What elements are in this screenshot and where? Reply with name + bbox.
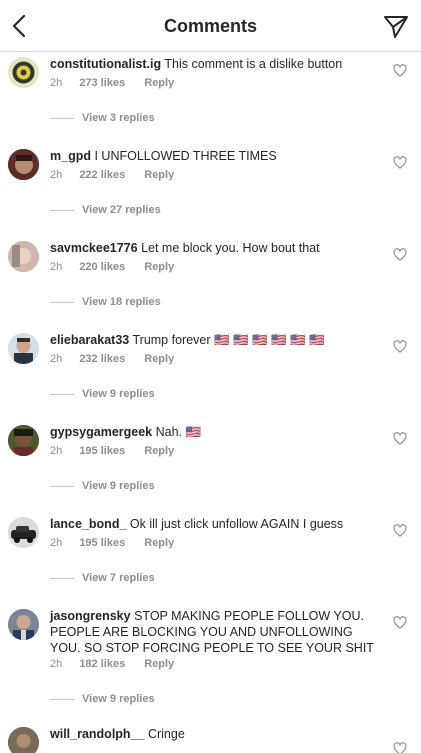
avatar[interactable]	[8, 333, 39, 364]
send-icon[interactable]	[383, 14, 409, 40]
comment-time: 2h	[50, 353, 63, 365]
comment-text: savmckee1776 Let me block you. How bout …	[50, 240, 380, 256]
heart-icon[interactable]	[393, 742, 407, 753]
view-replies-label: View 9 replies	[82, 480, 155, 492]
comment-meta: 2h 195 likes Reply	[50, 537, 174, 549]
avatar[interactable]	[8, 517, 39, 548]
comment-body: I UNFOLLOWED THREE TIMES	[94, 149, 277, 163]
divider-line	[50, 698, 74, 700]
divider-line	[50, 393, 74, 395]
comment-text: will_randolph__ Cringe	[50, 726, 380, 742]
heart-icon[interactable]	[393, 432, 407, 446]
view-replies-label: View 27 replies	[82, 204, 161, 216]
comment-time: 2h	[50, 537, 63, 549]
comment-meta: 2h 220 likes Reply	[50, 261, 174, 273]
comment-username[interactable]: lance_bond_	[50, 517, 126, 531]
view-replies-label: View 7 replies	[82, 572, 155, 584]
comment-username[interactable]: m_gpd	[50, 149, 91, 163]
heart-icon[interactable]	[393, 248, 407, 262]
comment-body: Nah. 🇺🇸	[155, 425, 202, 439]
divider-line	[50, 577, 74, 579]
comment-meta: 2h 182 likes Reply	[50, 658, 174, 670]
view-replies-button[interactable]: View 9 replies	[50, 693, 155, 705]
comment-username[interactable]: savmckee1776	[50, 241, 138, 255]
view-replies-button[interactable]: View 9 replies	[50, 388, 155, 400]
reply-button[interactable]: Reply	[144, 261, 174, 273]
likes-count[interactable]: 273 likes	[79, 77, 125, 89]
divider-line	[50, 117, 74, 119]
likes-count[interactable]: 220 likes	[79, 261, 125, 273]
view-replies-label: View 3 replies	[82, 112, 155, 124]
comment-time: 2h	[50, 169, 63, 181]
comment-body: Trump forever 🇺🇸 🇺🇸 🇺🇸 🇺🇸 🇺🇸 🇺🇸	[132, 333, 325, 347]
comment-username[interactable]: constitutionalist.ig	[50, 57, 161, 71]
view-replies-button[interactable]: View 9 replies	[50, 480, 155, 492]
view-replies-button[interactable]: View 27 replies	[50, 204, 161, 216]
likes-count[interactable]: 232 likes	[79, 353, 125, 365]
heart-icon[interactable]	[393, 156, 407, 170]
view-replies-label: View 9 replies	[82, 693, 155, 705]
comment-body: This comment is a dislike button	[164, 57, 343, 71]
comment-username[interactable]: jasongrensky	[50, 609, 131, 623]
heart-icon[interactable]	[393, 340, 407, 354]
comment-time: 2h	[50, 77, 63, 89]
comment-text: constitutionalist.ig This comment is a d…	[50, 56, 380, 72]
avatar[interactable]	[8, 241, 39, 272]
comment-time: 2h	[50, 658, 63, 670]
reply-button[interactable]: Reply	[144, 169, 174, 181]
reply-button[interactable]: Reply	[144, 353, 174, 365]
heart-icon[interactable]	[393, 64, 407, 78]
view-replies-button[interactable]: View 18 replies	[50, 296, 161, 308]
likes-count[interactable]: 195 likes	[79, 537, 125, 549]
avatar[interactable]	[8, 57, 39, 88]
comment-meta: 2h 273 likes Reply	[50, 77, 174, 89]
comment-text: m_gpd I UNFOLLOWED THREE TIMES	[50, 148, 380, 164]
comment-text: lance_bond_ Ok ill just click unfollow A…	[50, 516, 380, 532]
comment-time: 2h	[50, 261, 63, 273]
view-replies-button[interactable]: View 7 replies	[50, 572, 155, 584]
view-replies-label: View 9 replies	[82, 388, 155, 400]
comment-username[interactable]: eliebarakat33	[50, 333, 129, 347]
view-replies-button[interactable]: View 3 replies	[50, 112, 155, 124]
comment-meta: 2h 232 likes Reply	[50, 353, 174, 365]
likes-count[interactable]: 195 likes	[79, 445, 125, 457]
heart-icon[interactable]	[393, 616, 407, 630]
divider-line	[50, 301, 74, 303]
comment-body: Cringe	[147, 727, 185, 741]
view-replies-label: View 18 replies	[82, 296, 161, 308]
avatar[interactable]	[8, 425, 39, 456]
divider-line	[50, 485, 74, 487]
comment-time: 2h	[50, 445, 63, 457]
comment-body: Ok ill just click unfollow AGAIN I guess	[129, 517, 344, 531]
comment-meta: 2h 222 likes Reply	[50, 169, 174, 181]
likes-count[interactable]: 222 likes	[79, 169, 125, 181]
comment-username[interactable]: gypsygamergeek	[50, 425, 152, 439]
comment-username[interactable]: will_randolph__	[50, 727, 144, 741]
reply-button[interactable]: Reply	[144, 658, 174, 670]
comment-meta: 2h 195 likes Reply	[50, 445, 174, 457]
reply-button[interactable]: Reply	[144, 77, 174, 89]
comment-text: gypsygamergeek Nah. 🇺🇸	[50, 424, 380, 440]
comment-text: jasongrensky STOP MAKING PEOPLE FOLLOW Y…	[50, 608, 380, 656]
reply-button[interactable]: Reply	[144, 537, 174, 549]
avatar[interactable]	[8, 727, 39, 753]
avatar[interactable]	[8, 609, 39, 640]
page-title: Comments	[163, 16, 257, 36]
comment-body: Let me block you. How bout that	[141, 241, 320, 255]
comment-text: eliebarakat33 Trump forever 🇺🇸 🇺🇸 🇺🇸 🇺🇸 …	[50, 332, 380, 348]
avatar[interactable]	[8, 149, 39, 180]
likes-count[interactable]: 182 likes	[79, 658, 125, 670]
divider-line	[50, 209, 74, 211]
header-bar: Comments	[0, 0, 421, 52]
reply-button[interactable]: Reply	[144, 445, 174, 457]
heart-icon[interactable]	[393, 524, 407, 538]
